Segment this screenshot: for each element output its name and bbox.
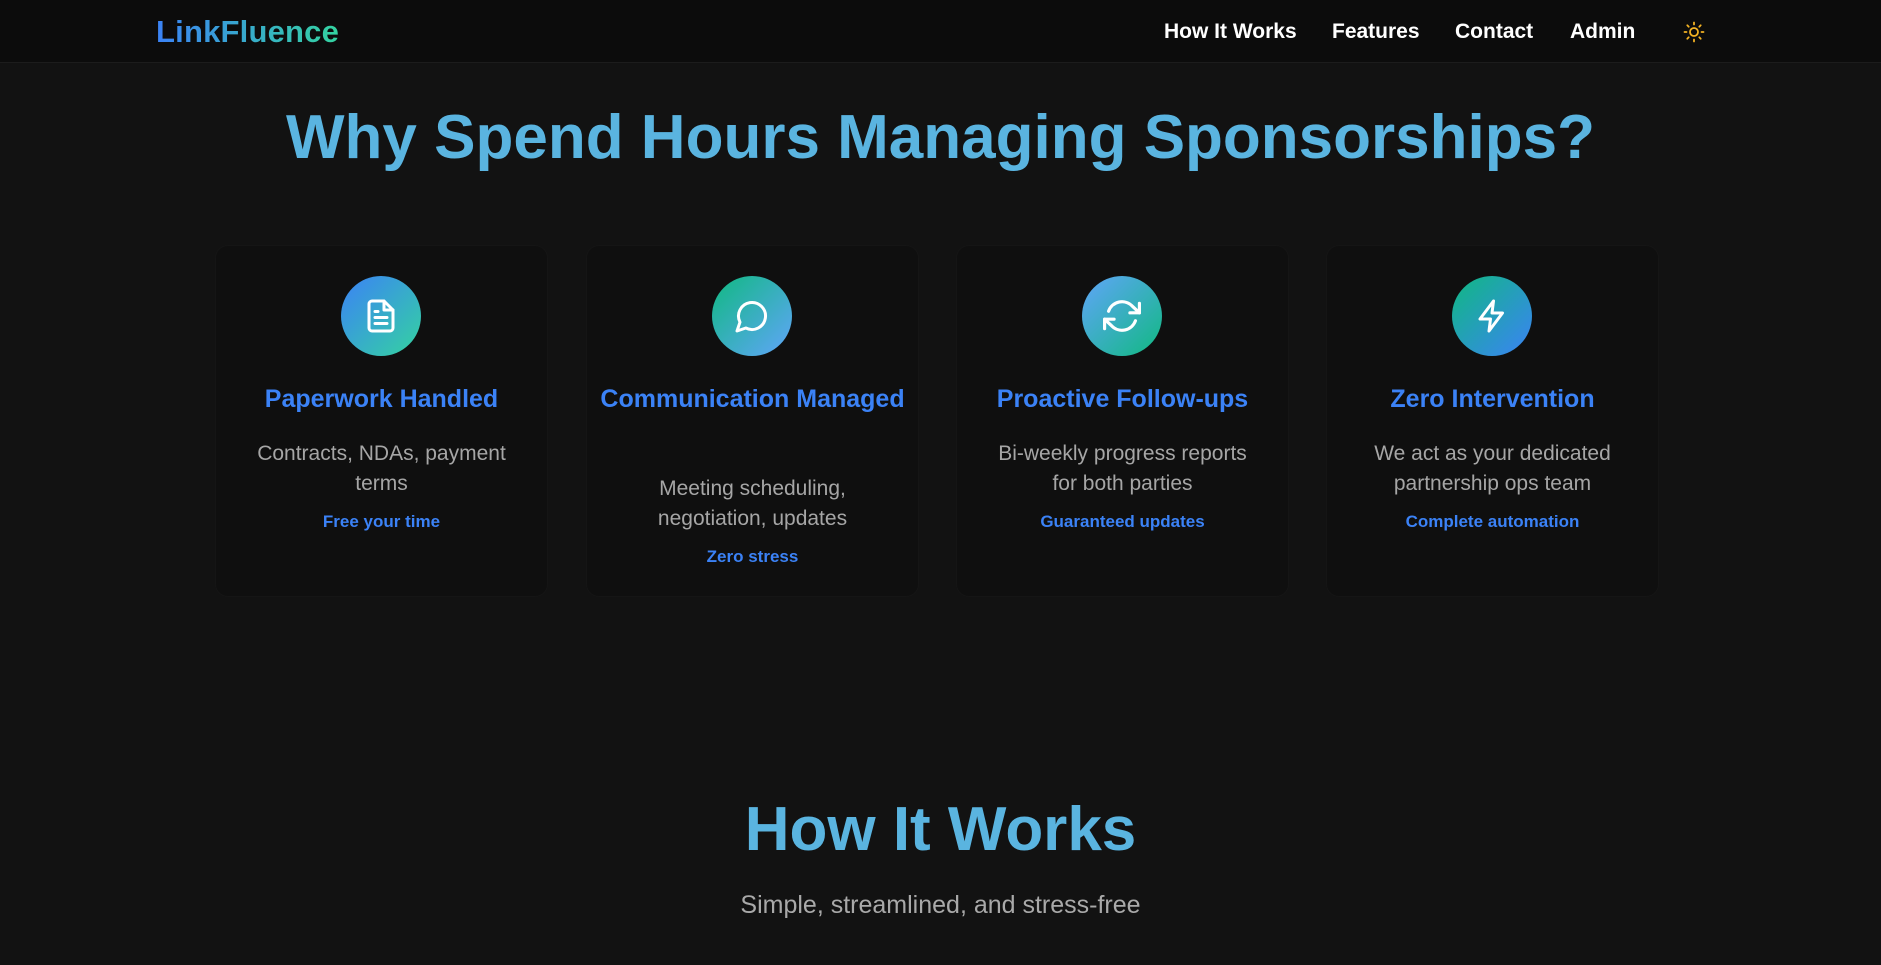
card-description: Contracts, NDAs, payment terms (257, 442, 506, 495)
card-tag: Free your time (322, 512, 441, 531)
how-it-works-subtitle: Simple, streamlined, and stress-free (740, 891, 1141, 919)
feature-card-paperwork: Paperwork Handled Contracts, NDAs, payme… (216, 246, 547, 596)
top-navbar: LinkFluence How It Works Features Contac… (0, 0, 1881, 63)
refresh-icon (1082, 276, 1162, 356)
why-section-title: Why Spend Hours Managing Sponsorships? (286, 103, 1595, 172)
feature-card-follow-ups: Proactive Follow-ups Bi-weekly progress … (957, 246, 1288, 596)
feature-card-communication: Communication Managed Meeting scheduling… (587, 246, 918, 596)
card-title: Proactive Follow-ups (996, 385, 1249, 413)
card-tag: Zero stress (706, 547, 799, 566)
card-description: Bi-weekly progress reports for both part… (998, 442, 1247, 495)
card-tag: Guaranteed updates (1040, 512, 1205, 531)
sun-icon (1683, 21, 1705, 43)
feature-card-zero-intervention: Zero Intervention We act as your dedicat… (1327, 246, 1658, 596)
lightning-icon (1452, 276, 1532, 356)
theme-toggle-button[interactable] (1682, 20, 1706, 44)
card-description: We act as your dedicated partnership ops… (1374, 442, 1611, 495)
nav-link-features[interactable]: Features (1332, 18, 1420, 46)
nav-link-contact[interactable]: Contact (1455, 18, 1533, 46)
card-title: Communication Managed (600, 385, 905, 413)
document-icon (341, 276, 421, 356)
card-title: Zero Intervention (1390, 385, 1595, 413)
nav-link-how-it-works[interactable]: How It Works (1164, 18, 1297, 46)
card-title: Paperwork Handled (264, 385, 499, 413)
how-it-works-title: How It Works (744, 795, 1137, 864)
nav-links: How It Works Features Contact Admin (0, 18, 1881, 46)
nav-link-admin[interactable]: Admin (1570, 18, 1635, 46)
chat-bubble-icon (712, 276, 792, 356)
card-tag: Complete automation (1405, 512, 1580, 531)
card-description: Meeting scheduling, negotiation, updates (657, 477, 848, 530)
